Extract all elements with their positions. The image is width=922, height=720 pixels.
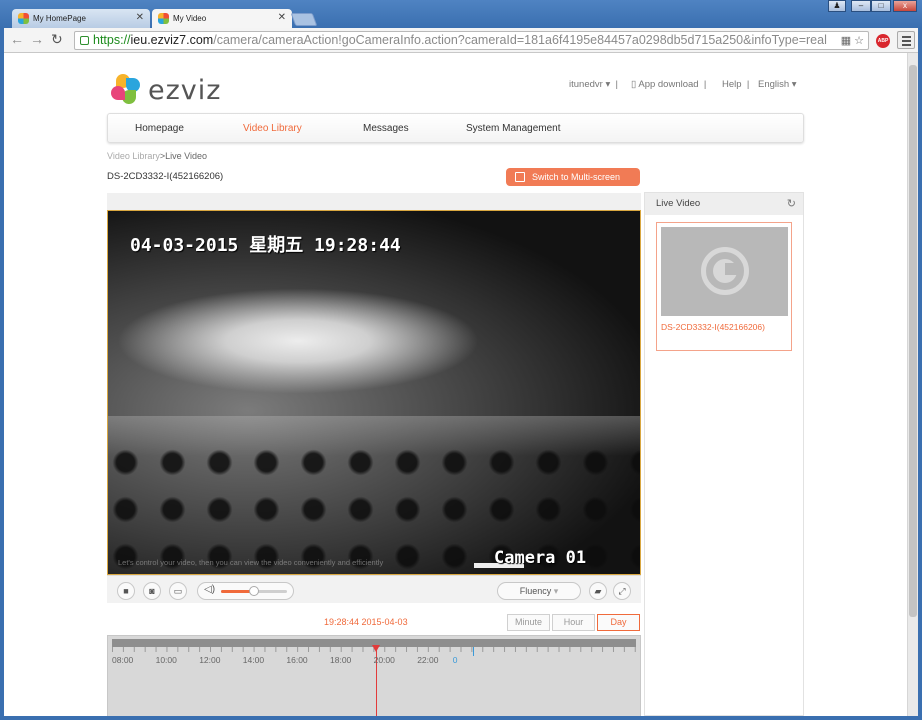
back-icon[interactable]: ← <box>10 31 24 47</box>
live-video-player[interactable]: 04-03-2015 星期五 19:28:44 Let's control yo… <box>107 210 641 575</box>
nav-homepage[interactable]: Homepage <box>135 123 184 134</box>
maximize-button[interactable]: □ <box>871 0 891 12</box>
sidebar-title: Live Video <box>656 198 701 209</box>
url-scheme: https:// <box>93 33 131 47</box>
nav-video-library[interactable]: Video Library <box>243 123 302 134</box>
minimize-button[interactable]: – <box>851 0 871 12</box>
folder-icon[interactable]: ▰ <box>589 582 607 600</box>
nav-messages[interactable]: Messages <box>363 123 409 134</box>
logo-petal <box>111 86 125 100</box>
camera-thumbnail <box>661 227 788 316</box>
volume-slider[interactable] <box>221 586 287 596</box>
browser-window: ♟ – □ x My HomePage ✕ My Video ✕ ← → ↻ h… <box>0 0 922 720</box>
fullscreen-icon[interactable]: ⤢ <box>613 582 631 600</box>
timeline-label: 18:00 <box>330 655 352 665</box>
osd-timestamp: 04-03-2015 星期五 19:28:44 <box>130 235 401 256</box>
record-video-icon[interactable]: ▭ <box>169 582 187 600</box>
username: itunedvr <box>569 79 603 90</box>
video-hint-text: Let's control your video, then you can v… <box>118 558 384 567</box>
new-tab-button[interactable] <box>290 13 318 26</box>
timeline-label: 14:00 <box>242 655 265 665</box>
favicon-icon <box>158 13 169 24</box>
sidebar-header: Live Video ↻ <box>645 193 803 215</box>
switch-multi-screen-button[interactable]: Switch to Multi-screen <box>506 168 640 186</box>
speaker-icon[interactable]: ◁) <box>204 584 215 595</box>
scrollbar-thumb[interactable] <box>909 65 917 617</box>
adblock-icon[interactable]: ABP <box>876 34 890 48</box>
timeline-label: 08:00 <box>112 655 134 665</box>
breadcrumb: Video Library>Live Video <box>107 151 207 161</box>
timeline-label: 22:00 <box>417 655 439 665</box>
language-select[interactable]: English ▾ <box>758 79 797 90</box>
timeline-label: 20:00 <box>373 655 395 665</box>
tab-title: My Video <box>173 14 207 23</box>
web-page: ezviz itunedvr ▾ | ▯ App download | Help… <box>4 53 907 716</box>
quality-label: Fluency <box>519 586 552 596</box>
camera-card-name: DS-2CD3332-I(452166206) <box>661 322 765 332</box>
timeline-label: 12:00 <box>199 655 221 665</box>
tab-title: My HomePage <box>33 14 86 23</box>
ezviz-logo[interactable]: ezviz <box>110 72 220 110</box>
live-video-sidebar: Live Video ↻ DS-2CD3332-I(452166206) <box>644 192 804 716</box>
range-day-button[interactable]: Day <box>597 614 640 631</box>
app-download-label: App download <box>638 79 699 90</box>
player-controls: ■ ◙ ▭ ◁) Fluency ▾ ▰ ⤢ <box>107 575 641 603</box>
chevron-down-icon: ▾ <box>553 586 559 596</box>
nav-system-management[interactable]: System Management <box>466 123 561 134</box>
browser-menu-icon[interactable] <box>897 31 915 49</box>
timeline-label: 0 <box>452 655 458 665</box>
url-path: /camera/cameraAction!goCameraInfo.action… <box>213 33 827 47</box>
phone-icon: ▯ <box>631 79 637 90</box>
breadcrumb-parent[interactable]: Video Library <box>107 151 160 161</box>
volume-control: ◁) <box>197 582 294 600</box>
favicon-icon <box>18 13 29 24</box>
multi-screen-icon <box>515 172 525 182</box>
breadcrumb-current: Live Video <box>165 151 208 161</box>
timeline-label: 10:00 <box>155 655 177 665</box>
close-window-button[interactable]: x <box>893 0 917 12</box>
volume-knob[interactable] <box>249 586 259 596</box>
main-nav: Homepage Video Library Messages System M… <box>107 113 804 143</box>
logo-text: ezviz <box>148 75 222 106</box>
help-label: Help <box>722 79 742 90</box>
url-host: ieu.ezviz7.com <box>130 33 214 47</box>
playback-timeline[interactable]: 08:00 10:00 12:00 14:00 16:00 18:00 20:00 22:00… <box>107 635 641 716</box>
profile-button[interactable]: ♟ <box>828 0 846 12</box>
reload-icon[interactable]: ↻ <box>51 31 63 48</box>
timeline-label: 16:00 <box>286 655 308 665</box>
camera-card[interactable]: DS-2CD3332-I(452166206) <box>656 222 792 351</box>
playback-time: 19:28:44 2015-04-03 <box>324 617 408 627</box>
tab-my-video[interactable]: My Video ✕ <box>152 9 292 28</box>
refresh-icon[interactable]: ↻ <box>787 193 796 215</box>
device-title: DS-2CD3332-I(452166206) <box>107 171 224 182</box>
osd-camera-label: Camera 01 <box>494 548 587 568</box>
close-tab-icon[interactable]: ✕ <box>136 12 144 23</box>
forward-icon[interactable]: → <box>30 31 44 47</box>
page-scrollbar[interactable] <box>907 53 918 716</box>
snapshot-camera-icon[interactable]: ◙ <box>143 582 161 600</box>
tab-my-homepage[interactable]: My HomePage ✕ <box>12 9 150 28</box>
language-label: English <box>758 79 790 90</box>
user-menu[interactable]: itunedvr ▾ | <box>569 79 618 90</box>
stop-button[interactable]: ■ <box>117 582 135 600</box>
quality-select[interactable]: Fluency ▾ <box>497 582 581 600</box>
app-download-link[interactable]: ▯ App download | <box>631 79 706 90</box>
range-hour-button[interactable]: Hour <box>552 614 595 631</box>
lock-icon <box>80 36 89 45</box>
timeline-cursor-head[interactable] <box>372 645 380 652</box>
address-bar[interactable]: https://ieu.ezviz7.com/camera/cameraActi… <box>74 31 869 50</box>
range-minute-button[interactable]: Minute <box>507 614 550 631</box>
timeline-end-marker <box>473 647 474 656</box>
close-tab-icon[interactable]: ✕ <box>278 12 286 23</box>
multi-screen-label: Switch to Multi-screen <box>532 172 621 182</box>
bookmark-star-icon[interactable]: ▦ ☆ <box>841 33 864 49</box>
help-link[interactable]: Help | <box>722 79 749 90</box>
placeholder-icon-cut <box>725 263 737 275</box>
browser-toolbar: ← → ↻ https://ieu.ezviz7.com/camera/came… <box>4 28 918 53</box>
